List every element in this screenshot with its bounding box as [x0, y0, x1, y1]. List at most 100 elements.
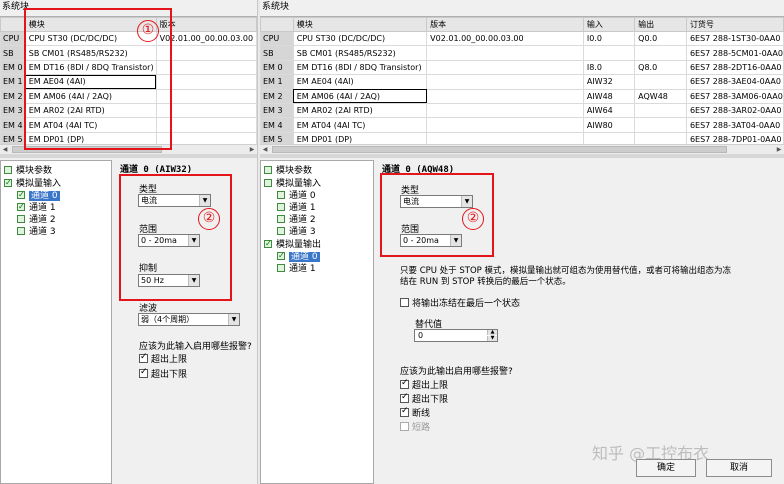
- slot-cell: EM 4: [260, 117, 294, 133]
- output-cell: AQW48: [634, 88, 687, 104]
- output-cell: Q0.0: [634, 30, 687, 47]
- tree-item-analog-input[interactable]: 模拟量输入: [264, 178, 321, 190]
- table-row[interactable]: EM 0 EM DT16 (8DI / 8DQ Transistor) I8.0 Q8…: [260, 59, 784, 76]
- freeze-output-checkbox[interactable]: 将输出冻结在最后一个状态: [400, 298, 520, 310]
- slot-cell: EM 0: [260, 59, 294, 76]
- splitter[interactable]: [260, 154, 784, 158]
- tree-item-channel-2[interactable]: 通道 2: [17, 214, 56, 226]
- tree-item-input-channel-3[interactable]: 通道 3: [277, 226, 316, 238]
- table-row[interactable]: SB SB CM01 (RS485/RS232) 6ES7 288-5CM01-0A…: [260, 45, 784, 61]
- output-cell: [634, 117, 687, 133]
- alarm-wire-break-checkbox[interactable]: 断线: [400, 406, 430, 420]
- table-row[interactable]: EM 4 EM AT04 (4AI TC) AIW80 6ES7 288-3AT04-…: [260, 117, 784, 133]
- module-cell[interactable]: EM AT04 (4AI TC): [292, 117, 428, 133]
- slot-cell: EM 3: [260, 102, 294, 119]
- output-cell: [634, 131, 687, 144]
- tree-checkbox-icon: [264, 179, 272, 187]
- alarm-under-lower-checkbox[interactable]: 超出下限: [139, 367, 187, 381]
- module-cell[interactable]: EM DT16 (8DI / 8DQ Transistor): [292, 59, 428, 76]
- substitute-value-spinner[interactable]: 0 ▲ ▼: [414, 329, 498, 342]
- col-header-order[interactable]: 订货号: [685, 17, 784, 32]
- alarm-over-upper-checkbox[interactable]: 超出上限: [400, 378, 448, 392]
- table-row[interactable]: CPU CPU ST30 (DC/DC/DC) V02.01.00_00.00.03…: [260, 30, 784, 47]
- tree-item-analog-output[interactable]: 模拟量输出: [264, 238, 321, 251]
- output-cell: [634, 102, 687, 119]
- scroll-right-icon[interactable]: ▶: [247, 145, 257, 154]
- col-header-slot: [260, 17, 294, 32]
- tree-item-module-params[interactable]: 模块参数: [4, 165, 52, 177]
- checkbox-icon: [400, 378, 409, 389]
- col-header-version[interactable]: 版本: [426, 17, 584, 32]
- tree-checkbox-icon: [277, 227, 285, 235]
- alarm-over-upper-checkbox[interactable]: 超出上限: [139, 352, 187, 366]
- tree-item-channel-3[interactable]: 通道 3: [17, 226, 56, 238]
- cancel-button[interactable]: 取消: [706, 459, 772, 477]
- stop-mode-note-line1: 只要 CPU 处于 STOP 模式，模拟量输出就可组态为使用替代值，或者可将输出…: [400, 266, 731, 276]
- tree-item-module-params[interactable]: 模块参数: [264, 165, 312, 177]
- order-cell: 6ES7 288-7DP01-0AA0: [685, 131, 784, 144]
- module-cell[interactable]: SB CM01 (RS485/RS232): [292, 45, 428, 61]
- col-header-slot: [0, 17, 26, 32]
- right-system-block-window: 系统块 模块 版本 输入 输出 订货号 CPU CPU ST30 (DC/DC/D…: [260, 0, 784, 484]
- version-cell: [426, 102, 584, 119]
- tree-item-output-channel-1[interactable]: 通道 1: [277, 263, 316, 275]
- col-header-module[interactable]: 模块: [292, 17, 428, 32]
- module-cell[interactable]: EM DP01 (DP): [292, 131, 428, 144]
- spin-down-icon[interactable]: ▼: [487, 336, 497, 341]
- tree-checkbox-icon: [264, 166, 272, 174]
- output-cell: [634, 45, 687, 61]
- module-cell[interactable]: EM AM06 (4AI / 2AQ): [292, 88, 428, 104]
- table-row[interactable]: EM 3 EM AR02 (2AI RTD) AIW64 6ES7 288-3AR02…: [260, 102, 784, 119]
- col-header-input[interactable]: 输入: [582, 17, 636, 32]
- input-cell: AIW80: [582, 117, 636, 133]
- tree-checkbox-icon: [17, 227, 25, 235]
- tree-checkbox-icon: [277, 203, 285, 211]
- slot-cell: SB: [260, 45, 294, 61]
- tree-item-input-channel-1[interactable]: 通道 1: [277, 202, 316, 214]
- tree-checkbox-icon: [264, 238, 272, 250]
- version-cell: [426, 59, 584, 76]
- input-cell: [582, 45, 636, 61]
- tree-checkbox-icon: [277, 250, 285, 262]
- scroll-thumb[interactable]: [272, 146, 727, 153]
- tree-item-input-channel-2[interactable]: 通道 2: [277, 214, 316, 226]
- alarm-under-lower-checkbox[interactable]: 超出下限: [400, 392, 448, 406]
- output-cell: [634, 74, 687, 90]
- filter-select[interactable]: 弱（4个周期） ▼: [138, 313, 240, 326]
- tree-item-input-channel-0[interactable]: 通道 0: [277, 190, 316, 202]
- module-table: 模块 版本 输入 输出 订货号 CPU CPU ST30 (DC/DC/DC) V0…: [260, 17, 784, 144]
- stop-mode-note-line2: 结在 RUN 到 STOP 转换后的最后一个状态。: [400, 277, 571, 287]
- horizontal-scrollbar[interactable]: ◀ ▶: [260, 144, 784, 154]
- tree-checkbox-icon: [4, 177, 12, 189]
- input-cell: I0.0: [582, 30, 636, 47]
- module-cell[interactable]: EM AR02 (2AI RTD): [292, 102, 428, 119]
- slot-cell: CPU: [260, 30, 294, 47]
- slot-cell: EM 2: [0, 88, 26, 104]
- col-header-output[interactable]: 输出: [634, 17, 687, 32]
- slot-cell: EM 5: [260, 131, 294, 144]
- scroll-right-icon[interactable]: ▶: [774, 145, 784, 154]
- tree-item-analog-input[interactable]: 模拟量输入: [4, 177, 61, 190]
- table-row[interactable]: EM 1 EM AE04 (4AI) AIW32 6ES7 288-3AE04-0AA…: [260, 74, 784, 90]
- checkbox-icon: [400, 406, 409, 417]
- tree-item-channel-1[interactable]: 通道 1: [17, 201, 56, 214]
- slot-cell: EM 4: [0, 117, 26, 133]
- tree-item-output-channel-0[interactable]: 通道 0: [277, 250, 320, 263]
- splitter[interactable]: [0, 154, 257, 158]
- scroll-left-icon[interactable]: ◀: [260, 145, 270, 154]
- tree-checkbox-icon: [277, 264, 285, 272]
- module-cell[interactable]: EM AE04 (4AI): [292, 74, 428, 90]
- order-cell: 6ES7 288-1ST30-0AA0: [685, 30, 784, 47]
- slot-cell: EM 5: [0, 131, 26, 144]
- tree-checkbox-icon: [277, 215, 285, 223]
- table-row[interactable]: EM 5 EM DP01 (DP) 6ES7 288-7DP01-0AA0: [260, 131, 784, 144]
- annotation-two: ②: [462, 208, 484, 230]
- ok-button[interactable]: 确定: [636, 459, 696, 477]
- input-cell: AIW48: [582, 88, 636, 104]
- scroll-left-icon[interactable]: ◀: [0, 145, 10, 154]
- order-cell: 6ES7 288-2DT16-0AA0: [685, 59, 784, 76]
- slot-cell: CPU: [0, 30, 26, 47]
- table-row-selected[interactable]: EM 2 EM AM06 (4AI / 2AQ) AIW48 AQW48 6ES7 28…: [260, 88, 784, 104]
- input-cell: AIW64: [582, 102, 636, 119]
- module-cell[interactable]: CPU ST30 (DC/DC/DC): [292, 30, 428, 47]
